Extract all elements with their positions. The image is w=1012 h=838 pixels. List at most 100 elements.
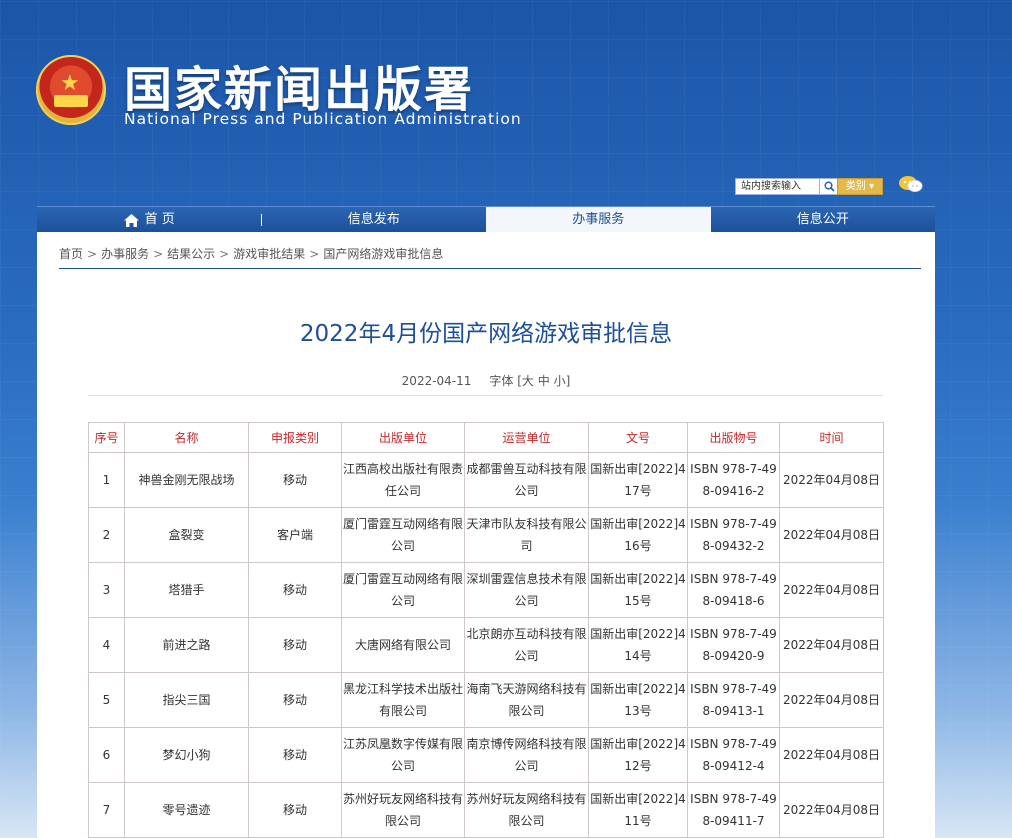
cell-date: 2022年04月08日 xyxy=(779,727,884,783)
cell-isbn: ISBN 978-7-498-09411-7 xyxy=(687,782,780,838)
cell-date: 2022年04月08日 xyxy=(779,617,884,673)
font-size-medium[interactable]: 中 xyxy=(538,374,550,388)
cell-publisher: 黑龙江科学技术出版社有限公司 xyxy=(341,672,465,728)
cell-isbn: ISBN 978-7-498-09418-6 xyxy=(687,562,780,618)
cell-publisher: 厦门雷霆互动网络有限公司 xyxy=(341,507,465,563)
nav-label-home: 首 页 xyxy=(144,212,175,227)
cell-isbn: ISBN 978-7-498-09412-4 xyxy=(687,727,780,783)
breadcrumb-services[interactable]: 办事服务 xyxy=(101,247,149,261)
breadcrumb-home[interactable]: 首页 xyxy=(59,247,83,261)
cell-index: 1 xyxy=(88,452,125,508)
cell-operator: 天津市队友科技有限公司 xyxy=(464,507,589,563)
cell-isbn: ISBN 978-7-498-09416-2 xyxy=(687,452,780,508)
cell-doc-number: 国新出审[2022]417号 xyxy=(588,452,688,508)
approval-table: 序号 名称 申报类别 出版单位 运营单位 文号 出版物号 时间 1 神兽金刚无限… xyxy=(88,422,884,838)
cell-name: 塔猎手 xyxy=(124,562,249,618)
header-category: 申报类别 xyxy=(248,422,342,453)
cell-isbn: ISBN 978-7-498-09420-9 xyxy=(687,617,780,673)
nav-item-home[interactable]: 首 页 xyxy=(37,207,262,233)
home-icon xyxy=(123,213,139,227)
cell-date: 2022年04月08日 xyxy=(779,452,884,508)
cell-category: 移动 xyxy=(248,562,342,618)
wechat-icon[interactable] xyxy=(898,174,924,194)
table-row: 7 零号遗迹 移动 苏州好玩友网络科技有限公司 苏州好玩友网络科技有限公司 国新… xyxy=(88,782,884,838)
table-row: 5 指尖三国 移动 黑龙江科学技术出版社有限公司 海南飞天游网络科技有限公司 国… xyxy=(88,672,884,728)
nav-item-news[interactable]: 信息发布 xyxy=(262,207,487,233)
site-subtitle: National Press and Publication Administr… xyxy=(124,110,522,128)
search-icon[interactable] xyxy=(819,178,839,195)
cell-doc-number: 国新出审[2022]415号 xyxy=(588,562,688,618)
cell-doc-number: 国新出审[2022]414号 xyxy=(588,617,688,673)
cell-doc-number: 国新出审[2022]413号 xyxy=(588,672,688,728)
header-isbn: 出版物号 xyxy=(687,422,780,453)
breadcrumb: 首页 > 办事服务 > 结果公示 > 游戏审批结果 > 国产网络游戏审批信息 xyxy=(59,247,444,261)
national-emblem-icon: ★ xyxy=(36,55,106,125)
main-nav: 首 页 信息发布 办事服务 信息公开 xyxy=(37,206,935,233)
table-row: 6 梦幻小狗 移动 江苏凤凰数字传媒有限公司 南京博传网络科技有限公司 国新出审… xyxy=(88,727,884,783)
table-row: 2 盒裂变 客户端 厦门雷霆互动网络有限公司 天津市队友科技有限公司 国新出审[… xyxy=(88,507,884,563)
cell-name: 盒裂变 xyxy=(124,507,249,563)
cell-isbn: ISBN 978-7-498-09413-1 xyxy=(687,672,780,728)
cell-category: 移动 xyxy=(248,782,342,838)
article-title: 2022年4月份国产网络游戏审批信息 xyxy=(299,321,673,347)
nav-label-services: 办事服务 xyxy=(572,212,625,227)
cell-operator: 深圳雷霆信息技术有限公司 xyxy=(464,562,589,618)
cell-category: 移动 xyxy=(248,672,342,728)
cell-name: 神兽金刚无限战场 xyxy=(124,452,249,508)
cell-index: 6 xyxy=(88,727,125,783)
table-row: 3 塔猎手 移动 厦门雷霆互动网络有限公司 深圳雷霆信息技术有限公司 国新出审[… xyxy=(88,562,884,618)
cell-date: 2022年04月08日 xyxy=(779,672,884,728)
cell-publisher: 苏州好玩友网络科技有限公司 xyxy=(341,782,465,838)
header-index: 序号 xyxy=(88,422,125,453)
cell-operator: 北京朗亦互动科技有限公司 xyxy=(464,617,589,673)
cell-date: 2022年04月08日 xyxy=(779,782,884,838)
cell-index: 3 xyxy=(88,562,125,618)
cell-index: 7 xyxy=(88,782,125,838)
header-doc-number: 文号 xyxy=(588,422,688,453)
nav-item-services[interactable]: 办事服务 xyxy=(486,207,711,233)
cell-isbn: ISBN 978-7-498-09432-2 xyxy=(687,507,780,563)
font-size-large[interactable]: 大 xyxy=(522,374,534,388)
font-size-label: 字体 [ xyxy=(489,374,522,388)
cell-name: 梦幻小狗 xyxy=(124,727,249,783)
nav-item-disclosure[interactable]: 信息公开 xyxy=(711,207,936,233)
cell-index: 4 xyxy=(88,617,125,673)
cell-category: 移动 xyxy=(248,727,342,783)
header-publisher: 出版单位 xyxy=(341,422,465,453)
cell-category: 移动 xyxy=(248,452,342,508)
cell-category: 客户端 xyxy=(248,507,342,563)
cell-index: 5 xyxy=(88,672,125,728)
breadcrumb-results[interactable]: 结果公示 xyxy=(167,247,215,261)
table-row: 1 神兽金刚无限战场 移动 江西高校出版社有限责任公司 成都雷兽互动科技有限公司… xyxy=(88,452,884,508)
table-row: 4 前进之路 移动 大唐网络有限公司 北京朗亦互动科技有限公司 国新出审[202… xyxy=(88,617,884,673)
font-size-small[interactable]: 小 xyxy=(554,374,566,388)
cell-doc-number: 国新出审[2022]411号 xyxy=(588,782,688,838)
header-name: 名称 xyxy=(124,422,249,453)
header-operator: 运营单位 xyxy=(464,422,589,453)
cell-category: 移动 xyxy=(248,617,342,673)
search-input[interactable]: 站内搜索输入 xyxy=(735,178,826,195)
header-date: 时间 xyxy=(779,422,884,453)
cell-index: 2 xyxy=(88,507,125,563)
cell-operator: 海南飞天游网络科技有限公司 xyxy=(464,672,589,728)
cell-date: 2022年04月08日 xyxy=(779,507,884,563)
cell-name: 指尖三国 xyxy=(124,672,249,728)
meta-divider xyxy=(88,395,883,396)
cell-operator: 苏州好玩友网络科技有限公司 xyxy=(464,782,589,838)
cell-publisher: 厦门雷霆互动网络有限公司 xyxy=(341,562,465,618)
breadcrumb-divider xyxy=(59,268,921,269)
article-date: 2022-04-11 xyxy=(401,374,472,388)
cell-publisher: 大唐网络有限公司 xyxy=(341,617,465,673)
cell-doc-number: 国新出审[2022]416号 xyxy=(588,507,688,563)
cell-name: 前进之路 xyxy=(124,617,249,673)
article-meta: 2022-04-11 字体 [大 中 小] xyxy=(37,372,935,389)
cell-operator: 成都雷兽互动科技有限公司 xyxy=(464,452,589,508)
nav-label-disclosure: 信息公开 xyxy=(796,212,849,227)
breadcrumb-game-results[interactable]: 游戏审批结果 xyxy=(233,247,305,261)
breadcrumb-current[interactable]: 国产网络游戏审批信息 xyxy=(323,247,443,261)
cell-publisher: 江西高校出版社有限责任公司 xyxy=(341,452,465,508)
nav-label-news: 信息发布 xyxy=(347,212,400,227)
category-select[interactable]: 类别 ▾ xyxy=(837,178,883,195)
cell-operator: 南京博传网络科技有限公司 xyxy=(464,727,589,783)
cell-name: 零号遗迹 xyxy=(124,782,249,838)
